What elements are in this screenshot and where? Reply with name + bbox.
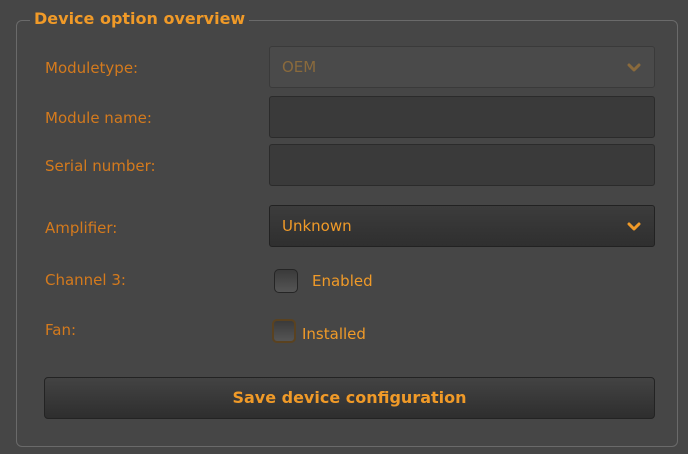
channel3-label: Channel 3:: [45, 271, 126, 289]
moduletype-label: Moduletype:: [45, 59, 139, 77]
amplifier-value: Unknown: [282, 217, 352, 235]
chevron-down-icon: [627, 63, 641, 72]
moduletype-value: OEM: [282, 58, 317, 76]
module-name-label: Module name:: [45, 109, 152, 127]
serial-number-label: Serial number:: [45, 157, 156, 175]
serial-number-input[interactable]: [269, 144, 655, 186]
channel3-checkbox[interactable]: [274, 269, 298, 293]
channel3-checkbox-label[interactable]: Enabled: [312, 271, 373, 291]
fan-label: Fan:: [45, 321, 77, 339]
amplifier-label: Amplifier:: [45, 219, 118, 237]
group-title: Device option overview: [30, 7, 250, 31]
fan-checkbox-label[interactable]: Installed: [302, 324, 366, 344]
fan-checkbox[interactable]: [272, 319, 296, 343]
module-name-input[interactable]: [269, 96, 655, 138]
save-device-configuration-button[interactable]: Save device configuration: [44, 377, 655, 419]
amplifier-select[interactable]: Unknown: [269, 205, 655, 247]
chevron-down-icon[interactable]: [626, 216, 642, 236]
device-options-panel: Device option overview Moduletype: OEM M…: [0, 0, 688, 454]
moduletype-select: OEM: [269, 46, 655, 88]
